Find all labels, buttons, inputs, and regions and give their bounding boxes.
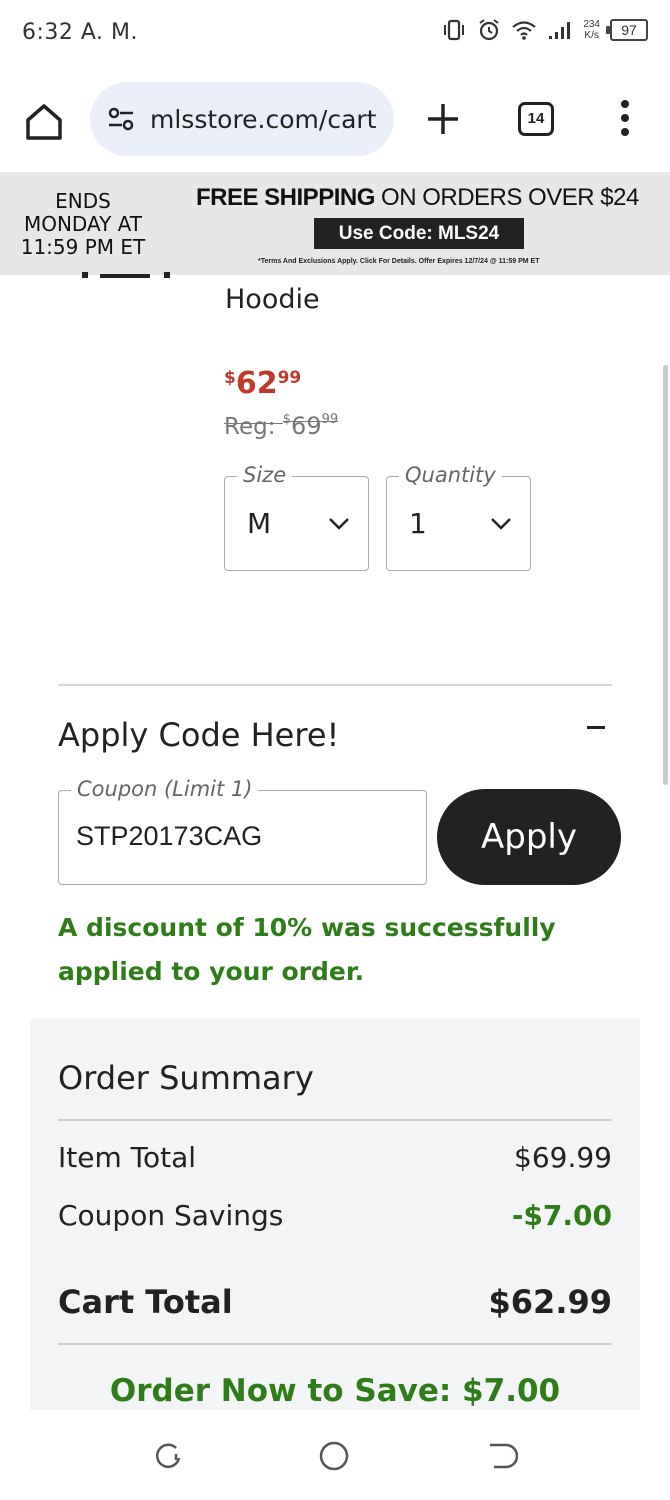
promo-code-badge: Use Code: MLS24 — [314, 218, 524, 249]
scrollbar[interactable] — [663, 365, 668, 785]
order-summary-title: Order Summary — [58, 1059, 314, 1097]
promo-terms[interactable]: *Terms And Exclusions Apply. Click For D… — [258, 258, 539, 265]
divider — [58, 1119, 612, 1121]
divider — [58, 1343, 612, 1345]
recents-icon[interactable] — [152, 1440, 184, 1472]
coupon-section-title[interactable]: Apply Code Here! — [58, 716, 339, 754]
size-label: Size — [237, 463, 293, 487]
battery-icon: 97 — [606, 19, 648, 41]
divider — [58, 684, 612, 686]
signal-icon — [549, 22, 571, 39]
size-value: M — [247, 507, 272, 540]
product-name[interactable]: Hoodie — [225, 284, 320, 315]
size-select[interactable]: Size M — [224, 463, 369, 571]
browser-toolbar: mlsstore.com/cart 14 — [0, 68, 670, 172]
back-icon[interactable] — [486, 1440, 518, 1472]
chevron-down-icon — [491, 518, 511, 530]
regular-price: Reg: $6999 — [224, 412, 339, 440]
status-icons: 234 K/s 97 — [441, 18, 648, 42]
coupon-field[interactable]: Coupon (Limit 1) — [58, 777, 427, 885]
apply-button[interactable]: Apply — [437, 789, 621, 885]
promo-headline: FREE SHIPPING ON ORDERS OVER $24 — [196, 184, 639, 211]
item-total-label: Item Total — [58, 1141, 197, 1174]
cart-total-label: Cart Total — [58, 1283, 233, 1321]
url-text: mlsstore.com/cart — [150, 104, 377, 134]
quantity-select[interactable]: Quantity 1 — [386, 463, 531, 571]
status-time: 6:32 A. M. — [22, 20, 139, 45]
quantity-label: Quantity — [399, 463, 502, 487]
product-image[interactable] — [78, 272, 174, 280]
system-nav-bar — [0, 1410, 670, 1500]
coupon-label: Coupon (Limit 1) — [71, 777, 259, 801]
home-icon[interactable] — [22, 100, 66, 144]
save-message: Order Now to Save: $7.00 — [109, 1373, 561, 1409]
order-summary: Order Summary Item Total $69.99 Coupon S… — [30, 1019, 640, 1414]
vibrate-icon — [444, 19, 465, 41]
wifi-icon — [512, 21, 537, 40]
nav-home-icon[interactable] — [318, 1440, 350, 1472]
coupon-success-message: A discount of 10% was successfully appli… — [58, 913, 556, 986]
plus-icon[interactable] — [424, 100, 462, 138]
address-bar[interactable]: mlsstore.com/cart — [90, 82, 394, 156]
tune-icon[interactable] — [106, 104, 136, 134]
sale-price: $6299 — [224, 366, 302, 401]
coupon-input[interactable] — [76, 821, 406, 852]
quantity-value: 1 — [409, 507, 427, 540]
alarm-icon — [479, 19, 499, 41]
network-speed: 234 K/s — [583, 19, 600, 41]
collapse-icon[interactable] — [587, 726, 605, 729]
status-bar: 6:32 A. M. 234 K/s 97 — [0, 0, 670, 68]
coupon-savings-label: Coupon Savings — [58, 1199, 284, 1232]
item-total-value: $69.99 — [514, 1141, 612, 1174]
promo-banner[interactable]: ENDS MONDAY AT 11:59 PM ET FREE SHIPPING… — [0, 172, 670, 275]
promo-ends-text: ENDS MONDAY AT 11:59 PM ET — [20, 189, 146, 259]
chevron-down-icon — [329, 518, 349, 530]
tab-switcher-button[interactable]: 14 — [518, 102, 554, 136]
more-vert-icon[interactable] — [612, 98, 638, 138]
coupon-savings-value: -$7.00 — [511, 1199, 612, 1232]
cart-total-value: $62.99 — [488, 1283, 612, 1321]
